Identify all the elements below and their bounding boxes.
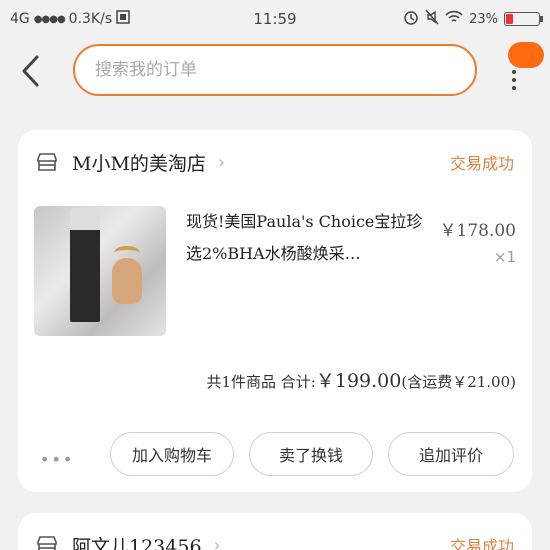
back-button[interactable]: [0, 38, 60, 104]
network-label: 4G: [10, 11, 30, 27]
status-left: 4G ●●●● 0.3K/s: [10, 10, 130, 28]
product-quantity: ×1: [493, 248, 516, 266]
order-card[interactable]: 阿文儿123456 › 交易成功: [18, 513, 532, 550]
more-menu-button[interactable]: [500, 42, 544, 98]
order-card[interactable]: M小M的美淘店 › 交易成功 现货!美国Paula's Choice宝拉珍选2%…: [18, 130, 532, 492]
shop-row[interactable]: M小M的美淘店 › 交易成功: [18, 130, 532, 194]
store-icon: [36, 534, 58, 550]
summary-prefix: 共1件商品 合计:: [206, 373, 316, 391]
product-title[interactable]: 现货!美国Paula's Choice宝拉珍选2%BHA水杨酸焕采…: [186, 206, 436, 270]
search-box[interactable]: [73, 44, 477, 96]
more-vertical-icon: [512, 70, 516, 94]
alarm-icon: [403, 9, 419, 29]
more-actions-button[interactable]: •••: [40, 450, 74, 469]
battery-level: [506, 14, 513, 24]
status-right: 23%: [403, 9, 543, 29]
product-thumbnail[interactable]: [34, 206, 166, 336]
chevron-left-icon: [22, 55, 39, 87]
status-bar: 4G ●●●● 0.3K/s 11:59 23%: [0, 0, 550, 38]
order-summary: 共1件商品 合计:￥199.00(含运费￥21.00): [18, 366, 516, 393]
bottle-cap-shape: [70, 208, 100, 230]
header: [0, 38, 550, 104]
store-icon: [36, 151, 58, 173]
figurine-shape: [112, 258, 142, 304]
shop-name[interactable]: 阿文儿123456: [72, 532, 202, 550]
shop-row[interactable]: 阿文儿123456 › 交易成功: [18, 513, 532, 550]
search-input[interactable]: [95, 60, 475, 80]
chevron-right-icon: ›: [217, 151, 226, 173]
signal-dots: ●●●●: [33, 13, 66, 25]
screenshot-icon: [116, 10, 130, 28]
add-to-cart-button[interactable]: 加入购物车: [110, 432, 234, 476]
battery-percent: 23%: [469, 11, 498, 27]
chevron-right-icon: ›: [213, 534, 221, 550]
order-status: 交易成功: [449, 537, 514, 550]
order-item[interactable]: 现货!美国Paula's Choice宝拉珍选2%BHA水杨酸焕采… ￥178.…: [18, 194, 532, 344]
summary-amount: ￥199.00: [315, 370, 402, 392]
network-speed: 0.3K/s: [68, 11, 113, 27]
sell-for-cash-button[interactable]: 卖了换钱: [249, 432, 373, 476]
wifi-icon: [445, 10, 463, 28]
shop-name[interactable]: M小M的美淘店: [72, 149, 206, 176]
mute-icon: [425, 9, 439, 29]
add-review-button[interactable]: 追加评价: [388, 432, 514, 476]
product-price: ￥178.00: [439, 221, 516, 241]
battery-icon: [504, 12, 543, 26]
order-actions: ••• 加入购物车 卖了换钱 追加评价: [18, 432, 532, 478]
summary-shipping: (含运费￥21.00): [401, 373, 516, 391]
notification-badge: [508, 42, 544, 68]
order-status: 交易成功: [449, 154, 514, 173]
